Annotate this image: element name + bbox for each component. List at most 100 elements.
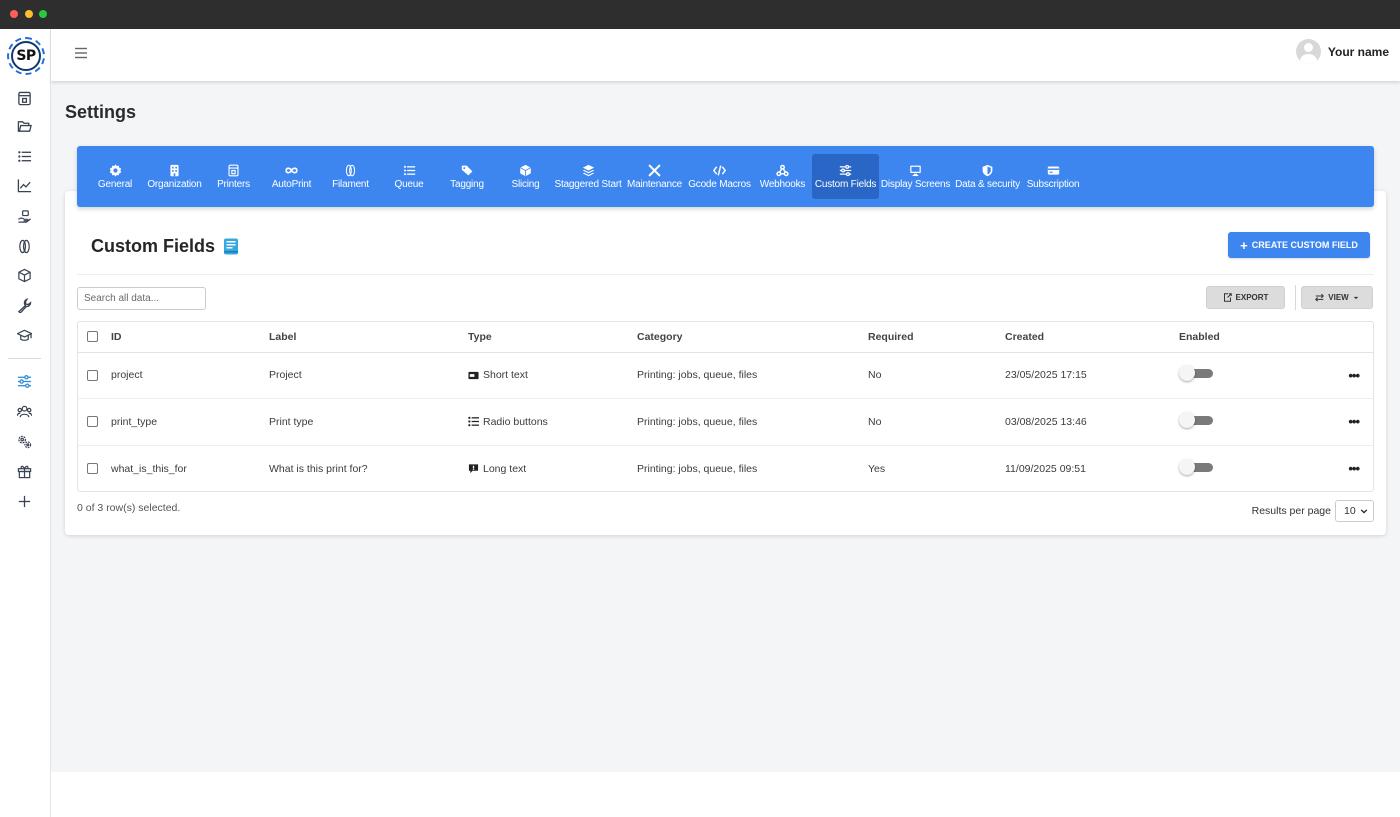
plus-icon: [18, 495, 30, 507]
tab-data-security[interactable]: Data & security: [952, 154, 1023, 199]
tab-label: Staggered Start: [554, 179, 622, 190]
sidebar-item-analytics[interactable]: [14, 175, 34, 195]
enabled-toggle[interactable]: [1179, 411, 1213, 428]
sidebar-item-settings[interactable]: [14, 371, 34, 391]
sidebar-item-users[interactable]: [14, 401, 34, 421]
cell-category: Printing: jobs, queue, files: [637, 398, 868, 446]
app-logo-text: SP: [11, 41, 41, 71]
tab-autoprint[interactable]: AutoPrint: [264, 154, 319, 199]
user-menu[interactable]: Your name: [1295, 39, 1389, 64]
tab-label: General: [97, 179, 133, 190]
sidebar-item-academy[interactable]: [14, 325, 34, 345]
wrench-icon: [17, 297, 31, 313]
page-title: Settings: [65, 102, 137, 122]
sidebar-item-integrations[interactable]: [14, 431, 34, 451]
cell-type: Long text: [468, 463, 637, 475]
tab-slicing[interactable]: Slicing: [498, 154, 553, 199]
tab-maintenance[interactable]: Maintenance: [623, 154, 686, 199]
export-label: EXPORT: [1235, 293, 1269, 302]
sidebar-item-queue[interactable]: [14, 146, 34, 166]
section-title: Custom Fields: [91, 236, 239, 257]
cell-id: project: [111, 352, 269, 399]
tab-label: Printers: [217, 179, 250, 190]
top-bar: Your name: [51, 29, 1400, 81]
window-minimize-button[interactable]: [25, 10, 33, 18]
sidebar-item-models[interactable]: [14, 265, 34, 285]
tab-label: Custom Fields: [814, 179, 877, 190]
column-header-label[interactable]: Label: [269, 322, 468, 353]
avatar: [1295, 39, 1321, 64]
window-maximize-button[interactable]: [39, 10, 47, 18]
enabled-toggle[interactable]: [1179, 458, 1213, 475]
window-close-button[interactable]: [10, 10, 18, 18]
plus-icon: +: [1240, 237, 1248, 253]
tab-label: Filament: [332, 179, 369, 190]
sidebar-item-add[interactable]: [14, 491, 34, 511]
tab-organization[interactable]: Organization: [146, 154, 203, 199]
table-row: print_type Print type Radio buttons Prin…: [78, 398, 1373, 446]
tab-label: AutoPrint: [271, 179, 312, 190]
row-checkbox[interactable]: [87, 463, 98, 475]
filament-icon: [18, 239, 30, 253]
tab-tagging[interactable]: Tagging: [436, 154, 498, 199]
tab-general[interactable]: General: [84, 154, 146, 199]
users-icon: [16, 405, 32, 417]
window-titlebar: [0, 0, 1400, 29]
tab-gcode-macros[interactable]: Gcode Macros: [686, 154, 753, 199]
search-input[interactable]: [77, 287, 206, 310]
cell-type-text: Long text: [483, 462, 527, 475]
tab-queue[interactable]: Queue: [382, 154, 436, 199]
building-icon: [170, 164, 179, 176]
tab-webhooks[interactable]: Webhooks: [753, 154, 812, 199]
section-title-text: Custom Fields: [91, 236, 216, 256]
tab-filament[interactable]: Filament: [319, 154, 382, 199]
row-checkbox[interactable]: [87, 416, 98, 428]
row-checkbox[interactable]: [87, 369, 98, 381]
cube-icon: [17, 268, 31, 282]
app-logo[interactable]: SP: [7, 37, 45, 75]
sidebar-item-filament[interactable]: [14, 236, 34, 256]
row-actions-menu[interactable]: •••: [1348, 414, 1360, 429]
cell-category: Printing: jobs, queue, files: [637, 462, 758, 475]
sidebar-item-dashboard[interactable]: [14, 88, 34, 108]
cell-label: What is this print for?: [269, 462, 368, 475]
view-label: VIEW: [1328, 293, 1349, 302]
column-header-required[interactable]: Required: [868, 322, 1005, 353]
column-header-enabled[interactable]: Enabled: [1179, 322, 1329, 353]
view-button[interactable]: VIEW: [1301, 286, 1373, 309]
infinity-icon: [285, 167, 298, 173]
column-header-id[interactable]: ID: [111, 322, 269, 353]
cell-required: No: [868, 352, 1005, 399]
book-icon[interactable]: [223, 238, 239, 255]
results-per-page-select[interactable]: 10: [1335, 500, 1374, 522]
select-all-checkbox[interactable]: [87, 331, 98, 343]
tab-custom-fields[interactable]: Custom Fields: [812, 154, 879, 199]
enabled-toggle[interactable]: [1179, 365, 1213, 382]
sidebar-item-print-farm[interactable]: [14, 206, 34, 226]
export-button[interactable]: EXPORT: [1206, 286, 1285, 309]
table-row: project Project Short text Printing: job…: [78, 352, 1373, 399]
tab-label: Tagging: [450, 179, 484, 190]
row-actions-menu[interactable]: •••: [1348, 461, 1360, 476]
sidebar-item-files[interactable]: [14, 116, 34, 136]
hamburger-menu-icon[interactable]: [73, 45, 89, 61]
sidebar-item-maintenance[interactable]: [14, 295, 34, 315]
cell-created: 11/09/2025 09:51: [1005, 462, 1086, 475]
tab-subscription[interactable]: Subscription: [1023, 154, 1083, 199]
tab-label: Display Screens: [880, 179, 951, 190]
gears-icon: [17, 435, 31, 448]
cell-label: Project: [269, 352, 468, 399]
sidebar-item-rewards[interactable]: [14, 461, 34, 481]
column-header-category[interactable]: Category: [637, 322, 868, 353]
tab-printers[interactable]: Printers: [203, 154, 264, 199]
column-header-created[interactable]: Created: [1005, 322, 1179, 353]
tab-staggered-start[interactable]: Staggered Start: [553, 154, 623, 199]
swap-icon: [1315, 293, 1325, 302]
cell-required: No: [868, 398, 1005, 446]
user-name: Your name: [1327, 44, 1389, 59]
tab-display-screens[interactable]: Display Screens: [879, 154, 952, 199]
create-custom-field-button[interactable]: + CREATE CUSTOM FIELD: [1228, 232, 1370, 258]
column-header-type[interactable]: Type: [468, 322, 637, 353]
row-actions-menu[interactable]: •••: [1348, 368, 1360, 383]
results-per-page-label: Results per page: [1251, 505, 1331, 517]
